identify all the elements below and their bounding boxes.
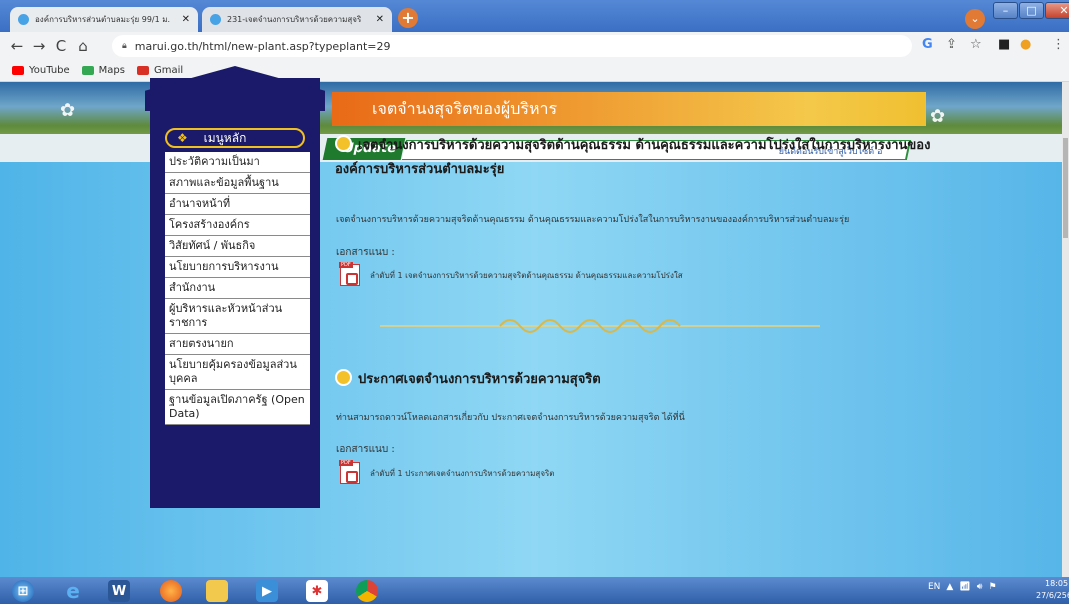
clock[interactable]: 18:05 27/6/2566: [1036, 578, 1069, 602]
chrome-icon[interactable]: [356, 580, 378, 602]
reload-icon[interactable]: C: [50, 37, 72, 55]
site-favicon-icon: [210, 14, 221, 25]
menu-item[interactable]: ผู้บริหารและหัวหน้าส่วนราชการ: [165, 299, 310, 334]
tab-2-close-icon[interactable]: ✕: [376, 14, 384, 25]
youtube-icon: [12, 66, 24, 75]
file-explorer-icon[interactable]: [206, 580, 228, 602]
section-1-description: เจตจำนงการบริหารด้วยความสุจริตด้านคุณธรร…: [336, 215, 850, 225]
section-2-attachments-label: เอกสารแนบ :: [336, 444, 395, 455]
url-text: marui.go.th/html/new-plant.asp?typeplant…: [134, 39, 391, 53]
menu-item[interactable]: สำนักงาน: [165, 278, 310, 299]
section-2-heading-text: ประกาศเจตจำนงการบริหารด้วยความสุจริต: [358, 372, 601, 387]
kebab-menu-icon[interactable]: ⋮: [1052, 37, 1065, 52]
language-indicator[interactable]: EN: [928, 582, 940, 592]
section-1-attachments-label: เอกสารแนบ :: [336, 247, 395, 258]
tab-1-close-icon[interactable]: ✕: [182, 14, 190, 25]
menu-item[interactable]: สภาพและข้อมูลพื้นฐาน: [165, 173, 310, 194]
bookmark-youtube[interactable]: YouTube: [12, 65, 70, 76]
menu-item[interactable]: อำนาจหน้าที่: [165, 194, 310, 215]
bookmark-star-icon[interactable]: ☆: [970, 37, 982, 52]
minimize-icon[interactable]: –: [993, 2, 1018, 19]
tab-1[interactable]: องค์การบริหารส่วนตำบลมะรุ่ย 99/1 ม. ✕: [10, 7, 198, 32]
window-close-icon[interactable]: ✕: [1045, 2, 1069, 19]
menu-item[interactable]: สายตรงนายก: [165, 334, 310, 355]
tab-search-icon[interactable]: ⌄: [965, 9, 985, 29]
page-scrollbar[interactable]: [1062, 82, 1069, 577]
clock-time: 18:05: [1044, 579, 1069, 588]
firefox-icon[interactable]: [160, 580, 182, 602]
volume-icon[interactable]: 🔊︎: [977, 582, 983, 592]
diamond-icon: ❖: [177, 131, 188, 145]
section-1-heading-text: เจตจำนงการบริหารด้วยความสุจริตด้านคุณธรร…: [335, 138, 931, 177]
tray-expand-icon[interactable]: ▲: [946, 582, 953, 592]
menu-item[interactable]: นโยบายการบริหารงาน: [165, 257, 310, 278]
menu-item[interactable]: ฐานข้อมูลเปิดภาครัฐ (Open Data): [165, 390, 310, 425]
bookmark-label: Maps: [98, 65, 125, 76]
taskbar: ⊞ e W ▶ ✱ EN ▲ 📶︎ 🔊︎ ⚑ 18:05 27/6/2566: [0, 577, 1069, 604]
section-2-file-name: ลำดับที่ 1 ประกาศเจตจำนงการบริหารด้วยควา…: [370, 468, 555, 478]
lock-icon: 🔒︎: [122, 41, 127, 51]
main-menu: ประวัติความเป็นมา สภาพและข้อมูลพื้นฐาน อ…: [165, 152, 310, 425]
menu-item[interactable]: โครงสร้างองค์กร: [165, 215, 310, 236]
menu-title: เมนูหลัก: [203, 131, 247, 145]
pdf-icon: [339, 460, 360, 484]
section-1-heading[interactable]: เจตจำนงการบริหารด้วยความสุจริตด้านคุณธรร…: [335, 134, 935, 182]
sidepanel-icon[interactable]: ■: [998, 37, 1010, 52]
bookmark-maps[interactable]: Maps: [81, 65, 125, 76]
avatar[interactable]: ●: [1020, 37, 1031, 52]
page-title: เจตจำนงสุจริตของผู้บริหาร: [332, 92, 926, 126]
google-icon[interactable]: G: [922, 37, 933, 52]
bookmark-label: YouTube: [29, 65, 70, 76]
site-favicon-icon: [18, 14, 29, 25]
pdf-icon: [339, 262, 360, 286]
menu-item[interactable]: วิสัยทัศน์ / พันธกิจ: [165, 236, 310, 257]
url-input[interactable]: 🔒︎ marui.go.th/html/new-plant.asp?typepl…: [112, 35, 912, 57]
share-icon[interactable]: ⇪: [946, 37, 957, 52]
section-1-file-link[interactable]: ลำดับที่ 1 เจตจำนงการบริหารด้วยความสุจริ…: [339, 262, 683, 286]
scrollbar-thumb[interactable]: [1063, 138, 1068, 238]
maximize-icon[interactable]: □: [1019, 2, 1044, 19]
browser-titlebar: องค์การบริหารส่วนตำบลมะรุ่ย 99/1 ม. ✕ 23…: [0, 0, 1069, 32]
ie-icon[interactable]: e: [62, 579, 84, 603]
bookmark-gmail[interactable]: Gmail: [137, 65, 183, 76]
menu-item[interactable]: นโยบายคุ้มครองข้อมูลส่วนบุคคล: [165, 355, 310, 390]
word-icon[interactable]: W: [108, 580, 130, 602]
tab-1-title: องค์การบริหารส่วนตำบลมะรุ่ย 99/1 ม.: [35, 15, 171, 24]
home-icon[interactable]: ⌂: [72, 37, 94, 55]
section-2-description: ท่านสามารถดาวน์โหลดเอกสารเกี่ยวกับ ประกา…: [336, 413, 685, 423]
network-icon[interactable]: 📶︎: [959, 582, 970, 592]
system-tray: EN ▲ 📶︎ 🔊︎ ⚑: [928, 582, 997, 592]
media-player-icon[interactable]: ▶: [256, 580, 278, 602]
menu-header: ❖ เมนูหลัก: [165, 128, 305, 148]
bullet-icon: [335, 369, 352, 386]
gmail-icon: [137, 66, 149, 75]
bullet-icon: [335, 135, 352, 152]
new-tab-button[interactable]: +: [398, 8, 418, 28]
divider-ornament: [380, 319, 820, 333]
address-bar-row: ← → C ⌂ 🔒︎ marui.go.th/html/new-plant.as…: [0, 32, 1069, 60]
forward-icon[interactable]: →: [28, 37, 50, 55]
tab-2-title: 231-เจตจำนงการบริหารด้วยความสุจริ: [227, 15, 362, 24]
paw-app-icon[interactable]: ✱: [306, 580, 328, 602]
flag-icon[interactable]: ⚑: [988, 582, 996, 592]
tab-2[interactable]: 231-เจตจำนงการบริหารด้วยความสุจริ ✕: [202, 7, 392, 32]
section-1-file-name: ลำดับที่ 1 เจตจำนงการบริหารด้วยความสุจริ…: [370, 270, 683, 280]
maps-icon: [81, 66, 94, 75]
section-2-heading[interactable]: ประกาศเจตจำนงการบริหารด้วยความสุจริต: [335, 368, 601, 389]
menu-item[interactable]: ประวัติความเป็นมา: [165, 152, 310, 173]
back-icon[interactable]: ←: [6, 37, 28, 55]
window-controls: – □ ✕: [992, 2, 1069, 19]
bookmark-label: Gmail: [154, 65, 184, 76]
start-icon[interactable]: ⊞: [12, 580, 34, 602]
section-2-file-link[interactable]: ลำดับที่ 1 ประกาศเจตจำนงการบริหารด้วยควา…: [339, 460, 555, 484]
clock-date: 27/6/2566: [1036, 591, 1069, 600]
